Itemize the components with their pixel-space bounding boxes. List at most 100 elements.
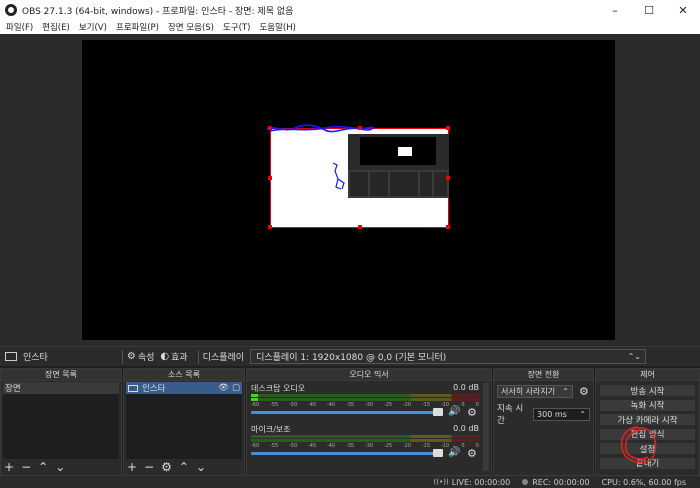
speaker-icon[interactable]: 🔊: [448, 447, 460, 458]
nested-canvas: [360, 137, 436, 165]
menu-help[interactable]: 도움말(H): [259, 21, 295, 33]
divider: [121, 349, 123, 364]
resize-handle[interactable]: [358, 225, 362, 229]
menu-bar: 파일(F) 편집(E) 보기(V) 프로파일(P) 장면 모음(S) 도구(T)…: [0, 20, 700, 34]
mixer-body: 데스크탑 오디오 0.0 dB -60 -55 -50 -45 -40 -35 -30 -25…: [249, 382, 481, 473]
meter-scale: -60 -55 -50 -45 -40 -35 -30 -25 -20 -15 -10 -5 0: [251, 402, 479, 408]
resize-handle[interactable]: [268, 225, 272, 229]
display-capture-source[interactable]: [266, 124, 450, 229]
chevron-up-icon[interactable]: ⌃: [179, 460, 189, 474]
gear-icon[interactable]: ⚙: [579, 385, 589, 398]
filter-icon: ◐: [160, 351, 170, 362]
scale-tick: -25: [383, 443, 393, 449]
menu-view[interactable]: 보기(V): [79, 21, 107, 33]
remove-icon[interactable]: −: [21, 460, 31, 474]
display-select[interactable]: 디스플레이 1: 1920x1080 @ 0,0 (기본 모니터) ⌃⌄: [250, 349, 646, 364]
monitor-icon: [5, 352, 17, 361]
mixer-scrollbar[interactable]: [483, 383, 489, 471]
live-time: LIVE: 00:00:00: [451, 477, 511, 487]
audio-mixer-dock: 오디오 믹서 데스크탑 오디오 0.0 dB -60 -55 -50 -45 -40 -3…: [246, 368, 492, 476]
chevron-up-icon[interactable]: ⌃: [38, 460, 48, 474]
transition-select-value: 서서히 사라지기: [501, 387, 556, 396]
volume-slider-handle[interactable]: [433, 449, 443, 457]
chevron-down-icon[interactable]: ⌄: [196, 460, 206, 474]
start-streaming-button[interactable]: 방송 시작: [599, 384, 696, 397]
eye-icon[interactable]: 👁: [218, 383, 229, 393]
chevron-down-icon[interactable]: ⌄: [55, 460, 65, 474]
add-icon[interactable]: +: [4, 460, 14, 474]
filters-button[interactable]: ◐ 효과: [160, 350, 187, 363]
settings-button[interactable]: 설정: [599, 442, 696, 455]
mixer-channel: 마이크/보조 0.0 dB -60 -55 -50 -45 -40 -35 -30 -25 -2…: [251, 424, 479, 464]
channel-level: 0.0 dB: [453, 424, 479, 433]
gear-icon[interactable]: ⚙: [467, 447, 477, 460]
scale-tick: -60: [251, 443, 260, 449]
start-virtual-camera-button[interactable]: 가상 카메라 시작: [599, 413, 696, 426]
exit-button[interactable]: 끝내기: [599, 456, 696, 470]
scale-tick: -25: [383, 402, 393, 408]
scene-item[interactable]: 장면: [3, 382, 119, 394]
status-bar: ((•)) LIVE: 00:00:00 REC: 00:00:00 CPU: …: [0, 476, 700, 488]
scale-tick: -30: [364, 443, 374, 449]
scale-tick: -55: [269, 443, 279, 449]
display-label: 디스플레이: [202, 353, 245, 363]
volume-slider[interactable]: [251, 452, 441, 455]
gear-icon[interactable]: ⚙: [467, 406, 477, 419]
properties-button[interactable]: ⚙ 속성: [127, 350, 155, 363]
source-item-name: 인스타: [142, 384, 166, 394]
add-icon[interactable]: +: [127, 460, 137, 474]
menu-scene-collection[interactable]: 장면 모음(S): [168, 21, 214, 33]
resize-handle[interactable]: [268, 176, 272, 180]
resize-handle[interactable]: [446, 126, 450, 130]
cpu-status: CPU: 0.6%, 60.00 fps: [602, 478, 686, 487]
scale-tick: -45: [307, 443, 317, 449]
scale-tick: -20: [402, 402, 412, 408]
menu-file[interactable]: 파일(F): [6, 21, 33, 33]
scale-tick: -5: [459, 402, 465, 408]
minimize-button[interactable]: –: [598, 0, 632, 20]
resize-handle[interactable]: [446, 176, 450, 180]
transition-select[interactable]: 서서히 사라지기 ⌃: [497, 385, 573, 398]
start-recording-button[interactable]: 녹화 시작: [599, 398, 696, 412]
scale-tick: -50: [288, 402, 298, 408]
menu-profile[interactable]: 프로파일(P): [116, 21, 159, 33]
scenes-dock: 장면 목록 장면 + − ⌃ ⌄: [0, 368, 122, 476]
sources-list[interactable]: 인스타 👁 ▢: [126, 382, 242, 459]
nested-mini-capture: [398, 147, 412, 156]
scale-tick: -20: [402, 443, 412, 449]
volume-meter: [251, 439, 479, 442]
record-dot-icon: [522, 479, 529, 485]
nested-obs-capture: [348, 134, 449, 198]
volume-slider[interactable]: [251, 411, 441, 414]
scenes-list[interactable]: 장면: [3, 382, 119, 459]
remove-icon[interactable]: −: [144, 460, 154, 474]
source-item[interactable]: 인스타 👁 ▢: [126, 382, 242, 394]
broadcast-icon: ((•)): [433, 478, 449, 486]
live-status: ((•)) LIVE: 00:00:00: [434, 478, 511, 487]
gear-icon: ⚙: [126, 351, 136, 362]
preview-canvas[interactable]: [82, 40, 615, 340]
sources-dock: 소스 목록 인스타 👁 ▢ + − ⚙ ⌃ ⌄: [123, 368, 245, 476]
duration-value: 300 ms: [537, 409, 567, 419]
maximize-button[interactable]: ☐: [632, 0, 666, 20]
chevron-updown-icon[interactable]: ⌃: [579, 410, 586, 419]
sources-toolbar: + − ⚙ ⌃ ⌄: [127, 460, 213, 474]
obs-logo-icon: [5, 4, 17, 16]
transitions-dock: 장면 전환 서서히 사라지기 ⌃ ⚙ 지속 시간 300 ms ⌃: [493, 368, 594, 476]
scale-tick: -15: [421, 443, 431, 449]
scale-tick: -35: [345, 443, 355, 449]
resize-handle[interactable]: [268, 126, 272, 130]
volume-slider-handle[interactable]: [433, 408, 443, 416]
window-title: OBS 27.1.3 (64-bit, windows) - 프로파일: 인스타…: [22, 6, 294, 17]
speaker-icon[interactable]: 🔊: [448, 406, 460, 417]
duration-input[interactable]: 300 ms ⌃: [533, 407, 590, 421]
resize-handle[interactable]: [446, 225, 450, 229]
studio-mode-button[interactable]: 편집 방식: [599, 427, 696, 441]
resize-handle[interactable]: [358, 126, 362, 130]
menu-edit[interactable]: 편집(E): [42, 21, 70, 33]
lock-icon[interactable]: ▢: [232, 383, 240, 393]
scale-tick: -30: [364, 402, 374, 408]
menu-tools[interactable]: 도구(T): [223, 21, 250, 33]
close-button[interactable]: ✕: [666, 0, 700, 20]
gear-icon[interactable]: ⚙: [161, 460, 172, 474]
